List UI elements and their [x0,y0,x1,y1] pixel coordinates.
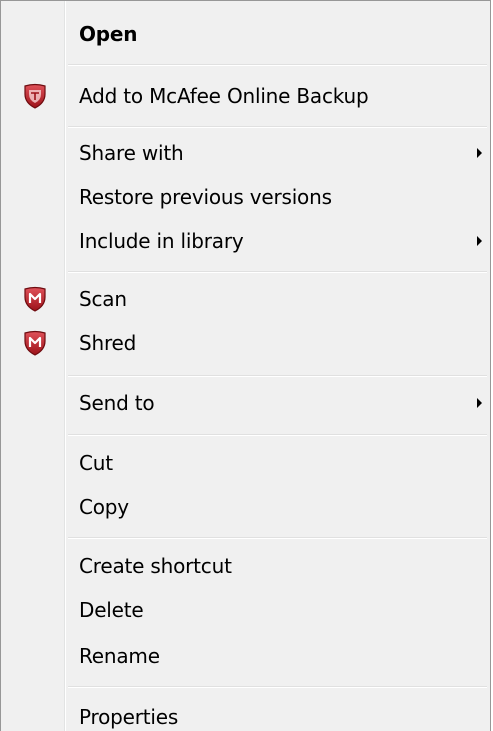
menu-item-label: Shred [79,331,137,355]
submenu-arrow-icon [477,398,482,408]
menu-item-restore-previous-versions[interactable]: Restore previous versions [1,175,490,219]
menu-item-delete[interactable]: Delete [1,588,490,632]
menu-separator [68,686,487,688]
submenu-arrow-icon [477,236,482,246]
menu-item-label: Open [79,22,138,46]
menu-item-shred[interactable]: Shred [1,321,490,365]
menu-item-send-to[interactable]: Send to [1,381,490,425]
menu-separator [68,126,487,128]
menu-item-scan[interactable]: Scan [1,277,490,321]
menu-item-label: Include in library [79,229,244,253]
menu-separator [68,271,487,273]
menu-item-label: Scan [79,287,127,311]
menu-item-cut[interactable]: Cut [1,441,490,485]
menu-item-label: Properties [79,705,179,729]
menu-item-open[interactable]: Open [1,12,490,56]
menu-item-label: Send to [79,391,155,415]
menu-item-label: Delete [79,598,144,622]
menu-item-share-with[interactable]: Share with [1,131,490,175]
menu-item-add-to-mcafee-online-backup[interactable]: Add to McAfee Online Backup [1,74,490,118]
menu-item-create-shortcut[interactable]: Create shortcut [1,544,490,588]
menu-item-label: Rename [79,644,160,668]
context-menu: Open Add to McAfee Online Backup Share w… [0,0,491,731]
menu-item-copy[interactable]: Copy [1,485,490,529]
mcafee-shield-icon [23,330,47,356]
menu-item-label: Create shortcut [79,554,232,578]
menu-separator [68,64,487,66]
menu-item-include-in-library[interactable]: Include in library [1,219,490,263]
submenu-arrow-icon [477,148,482,158]
menu-item-label: Cut [79,451,113,475]
menu-separator [68,434,487,436]
menu-item-label: Share with [79,141,184,165]
mcafee-shield-icon [23,286,47,312]
menu-item-label: Copy [79,495,129,519]
menu-item-properties[interactable]: Properties [1,695,490,731]
menu-item-label: Add to McAfee Online Backup [79,84,369,108]
menu-item-rename[interactable]: Rename [1,634,490,678]
menu-separator [68,537,487,539]
menu-item-label: Restore previous versions [79,185,332,209]
mcafee-backup-shield-icon [23,83,47,109]
menu-separator [68,375,487,377]
